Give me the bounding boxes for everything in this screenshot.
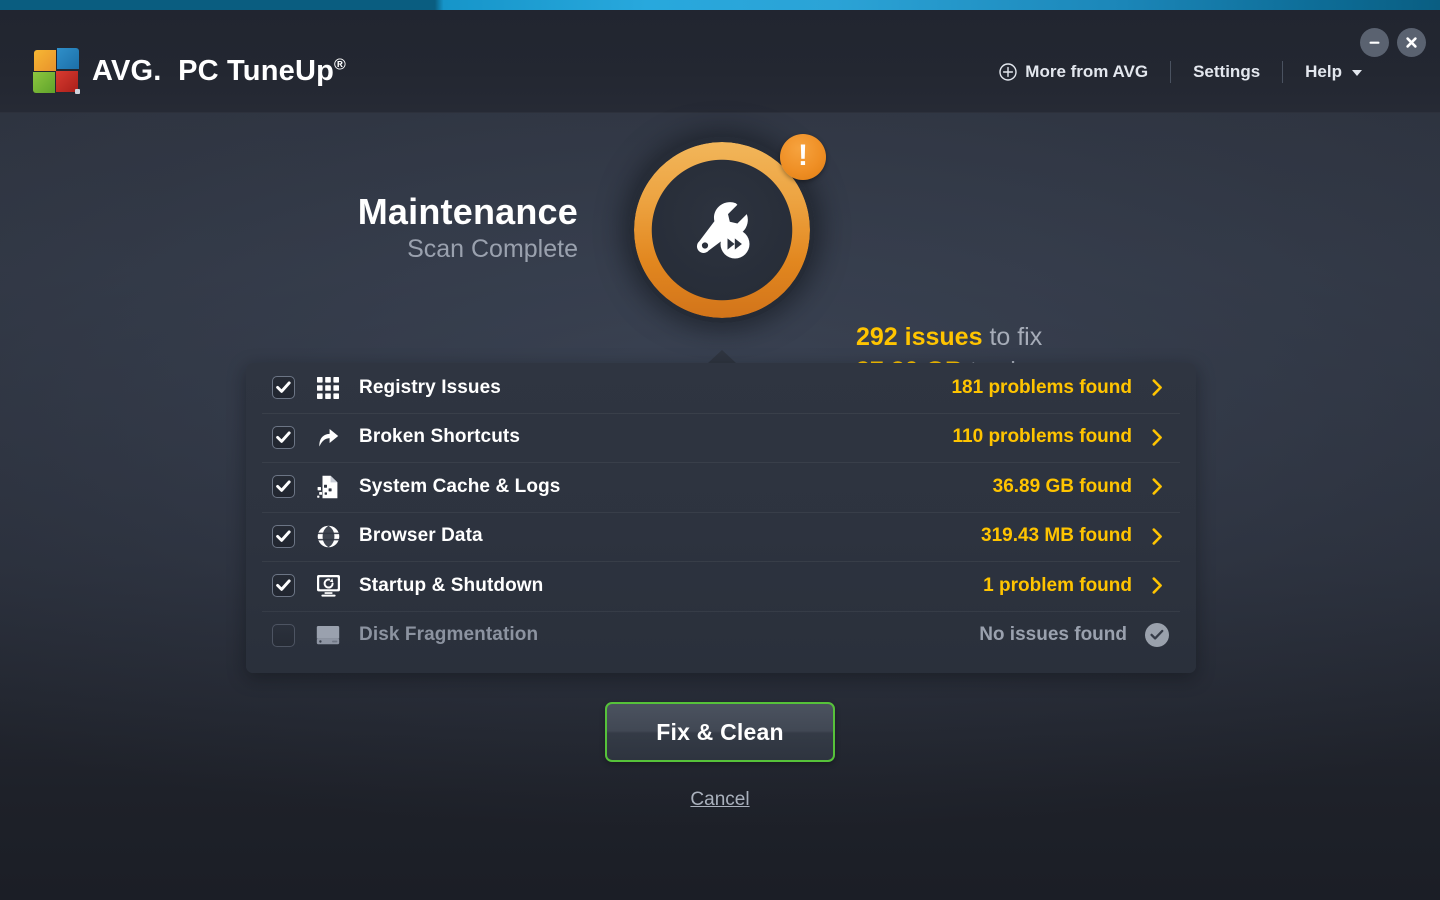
brand: AVG. PC TuneUp® [33,48,346,94]
row-value: 110 problems found [952,426,1132,448]
row-label: Disk Fragmentation [359,624,539,646]
table-row[interactable]: Browser Data 319.43 MB found [246,511,1196,562]
nav-label-help: Help [1305,62,1342,81]
check-icon [276,431,291,443]
window-controls [1360,28,1426,57]
registry-grid-icon [315,375,341,401]
stat-issues-suffix: to fix [982,323,1043,351]
page-subtitle: Scan Complete [407,235,578,264]
app-window: AVG. PC TuneUp® More from AVG Settings H… [0,0,1440,900]
alert-badge: ! [780,134,826,180]
check-circle-icon [1145,623,1169,648]
minimize-button[interactable] [1360,28,1389,57]
row-checkbox-broken-shortcuts[interactable] [272,425,295,449]
row-label: Broken Shortcuts [359,426,521,448]
chevron-right-icon[interactable] [1150,577,1164,594]
brand-avg-label: AVG. [92,54,162,87]
close-icon [1406,37,1417,48]
chevron-right-icon[interactable] [1150,379,1164,396]
nav-item-more-from-avg[interactable]: More from AVG [977,58,1170,86]
action-area: Fix & Clean Cancel [0,702,1440,811]
row-value: 36.89 GB found [992,475,1132,497]
hero-heading-block: Maintenance Scan Complete [357,191,578,264]
row-checkbox-registry-issues[interactable] [272,376,295,400]
fix-and-clean-button[interactable]: Fix & Clean [605,702,835,762]
row-value: No issues found [979,624,1127,646]
stat-issues-amount: 292 issues [856,323,983,351]
hero-section: Maintenance Scan Complete ! 292 issues t… [0,120,1440,385]
chevron-right-icon[interactable] [1150,429,1164,446]
status-gauge: ! [622,130,826,330]
row-label: System Cache & Logs [359,475,561,497]
alert-exclamation-icon: ! [798,139,808,172]
plus-circle-icon [999,63,1017,81]
chevron-right-icon[interactable] [1150,528,1164,545]
row-checkbox-browser-data[interactable] [272,524,295,548]
row-label: Browser Data [359,525,483,547]
row-checkbox-system-cache-logs[interactable] [272,475,295,499]
header-nav: More from AVG Settings Help [977,58,1362,86]
globe-icon [315,523,341,549]
brand-product-label: PC TuneUp [178,54,334,87]
brand-registered-mark: ® [334,55,346,73]
chevron-right-icon[interactable] [1150,478,1164,495]
table-row[interactable]: System Cache & Logs 36.89 GB found [246,462,1196,512]
scan-results-panel: Registry Issues 181 problems found Broke… [246,363,1196,673]
accent-top-bar [0,0,1440,10]
row-value: 319.43 MB found [981,525,1132,547]
minimize-icon [1369,41,1380,44]
file-crumbs-icon [315,474,341,500]
avg-logo-icon [33,48,81,94]
table-row[interactable]: Startup & Shutdown 1 problem found [246,561,1196,611]
table-row[interactable]: Registry Issues 181 problems found [246,363,1196,413]
brand-title: AVG. PC TuneUp® [92,54,346,87]
close-button[interactable] [1397,28,1426,57]
page-title: Maintenance [357,191,578,232]
row-checkbox-disk-fragmentation[interactable] [272,623,295,647]
stat-issues: 292 issues to fix [856,320,1092,354]
check-icon [276,480,291,493]
title-bar: AVG. PC TuneUp® More from AVG Settings H… [0,10,1440,113]
check-icon [276,530,291,542]
table-row[interactable]: Disk Fragmentation No issues found [246,610,1196,661]
check-icon [276,579,291,592]
nav-item-help[interactable]: Help [1283,58,1362,86]
panel-pointer [708,350,736,363]
row-label: Registry Issues [359,376,501,398]
check-icon [276,381,291,394]
row-value: 1 problem found [983,574,1132,596]
shortcut-arrow-icon [315,424,341,450]
table-row[interactable]: Broken Shortcuts 110 problems found [246,412,1196,463]
wrench-fastforward-icon [696,202,750,259]
cancel-link[interactable]: Cancel [690,789,749,811]
row-checkbox-startup-shutdown[interactable] [272,574,295,598]
row-label: Startup & Shutdown [359,574,544,596]
nav-label-more-from-avg: More from AVG [1025,62,1149,81]
hard-disk-icon [315,622,341,648]
chevron-down-icon [1352,70,1362,76]
row-value: 181 problems found [951,376,1132,398]
nav-label-settings: Settings [1193,62,1261,81]
monitor-refresh-icon [315,573,341,599]
nav-item-settings[interactable]: Settings [1171,58,1282,86]
